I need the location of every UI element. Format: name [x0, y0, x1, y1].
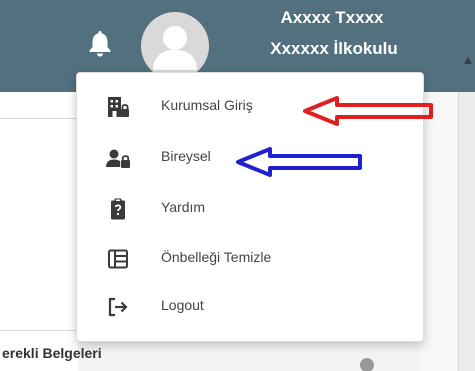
- menu-item-label: Bireysel: [161, 148, 211, 164]
- building-lock-icon: [108, 97, 129, 117]
- logout-icon: [108, 297, 128, 317]
- cache-clear-icon: [108, 249, 128, 269]
- app-screen: erekli Belgeleri Axxxx Txxxx Xxxxxx İlko…: [0, 0, 475, 371]
- menu-item-label: Logout: [161, 297, 204, 313]
- user-avatar-icon[interactable]: [141, 12, 209, 80]
- bell-icon[interactable]: [88, 29, 112, 57]
- menu-item-label: Yardım: [161, 199, 206, 215]
- user-lock-icon: [106, 149, 130, 168]
- menu-item-yardim[interactable]: Yardım: [77, 185, 423, 233]
- menu-item-bireysel[interactable]: Bireysel: [77, 134, 423, 182]
- card-title[interactable]: erekli Belgeleri: [2, 345, 102, 361]
- scrollbar[interactable]: [458, 92, 475, 371]
- expand-icon[interactable]: [360, 358, 374, 371]
- clipboard-question-icon: [111, 198, 125, 220]
- menu-item-label: Önbelleği Temizle: [161, 249, 272, 265]
- menu-item-onbellegi-temizle[interactable]: Önbelleği Temizle: [77, 235, 423, 283]
- menu-item-kurumsal-giris[interactable]: Kurumsal Giriş: [77, 83, 423, 131]
- menu-item-logout[interactable]: Logout: [77, 283, 423, 331]
- user-name[interactable]: Axxxx Txxxx: [232, 7, 432, 29]
- divider: [0, 118, 78, 119]
- user-dropdown-menu: Kurumsal Giriş Bireysel Yardım Önbelleği…: [76, 72, 424, 342]
- divider: [0, 330, 78, 331]
- dropdown-caret-icon: [464, 57, 472, 64]
- school-name[interactable]: Xxxxxx İlkokulu: [224, 38, 444, 60]
- menu-item-label: Kurumsal Giriş: [161, 97, 253, 113]
